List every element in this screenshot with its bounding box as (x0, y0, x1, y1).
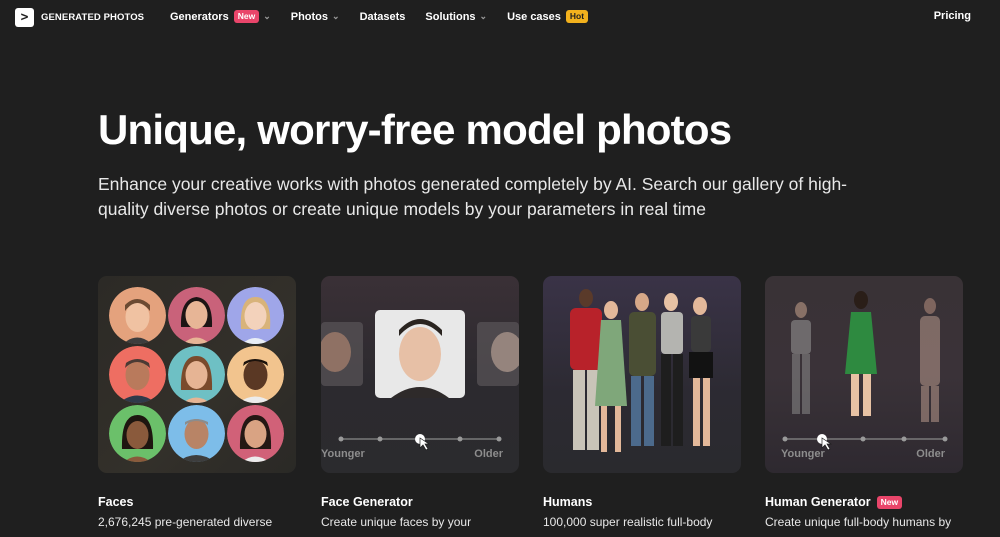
nav-item-datasets[interactable]: Datasets (360, 10, 406, 23)
faces-card[interactable] (98, 276, 296, 473)
chevron-down-icon: ⌄ (332, 11, 340, 21)
nav-item-use-cases[interactable]: Use cases Hot (507, 10, 589, 23)
nav-item-photos[interactable]: Photos ⌄ (291, 10, 340, 23)
nav-item-label: Solutions (425, 10, 476, 23)
main-menu: Generators New ⌄ Photos ⌄ Datasets Solut… (170, 10, 608, 23)
face-generator-title[interactable]: Face Generator (321, 495, 413, 509)
face-generator-desc: Create unique faces by your (321, 515, 472, 529)
humans-title[interactable]: Humans (543, 495, 592, 509)
face-photo (168, 346, 225, 403)
logo[interactable]: > GENERATED PHOTOS (15, 8, 144, 27)
face-generator-preview (321, 310, 519, 451)
logo-icon: > (15, 8, 34, 27)
face-photo (109, 405, 166, 462)
humans-card[interactable] (543, 276, 741, 473)
new-badge: New (233, 10, 260, 23)
human-generator-desc: Create unique full-body humans by (765, 515, 952, 529)
face-photo (227, 287, 284, 344)
nav-item-solutions[interactable]: Solutions ⌄ (425, 10, 487, 23)
face-generator-card[interactable]: Younger Older (321, 276, 519, 473)
nav-item-generators[interactable]: Generators New ⌄ (170, 10, 271, 23)
face-photo (109, 287, 166, 344)
pricing-link[interactable]: Pricing (934, 10, 971, 22)
nav-item-label: Photos (290, 10, 329, 23)
face-photo (168, 287, 225, 344)
hero-subtitle: Enhance your creative works with photos … (98, 174, 848, 219)
human-generator-title[interactable]: Human Generator New (765, 495, 903, 509)
chevron-down-icon: ⌄ (479, 11, 488, 21)
faces-desc: 2,676,245 pre-generated diverse (98, 515, 273, 529)
human-generator-preview (782, 291, 948, 451)
logo-text: GENERATED PHOTOS (41, 12, 145, 23)
face-photo (109, 346, 166, 403)
slider-label-younger: Younger (781, 448, 825, 460)
human-generator-title-label: Human Generator (765, 495, 871, 509)
face-photo (227, 346, 284, 403)
hero-title: Unique, worry-free model photos (98, 106, 732, 153)
humans-preview (570, 289, 713, 452)
nav-item-label: Use cases (507, 10, 561, 23)
humans-desc: 100,000 super realistic full-body (543, 515, 713, 529)
faces-title[interactable]: Faces (98, 495, 133, 509)
top-nav: > GENERATED PHOTOS Generators New ⌄ Phot… (0, 0, 1000, 36)
face-photo (227, 405, 284, 462)
face-photo (168, 405, 225, 462)
slider-label-younger: Younger (321, 448, 365, 460)
hot-badge: Hot (565, 10, 589, 23)
faces-grid (109, 287, 284, 462)
slider-label-older: Older (474, 448, 503, 460)
human-generator-card[interactable]: Younger Older (765, 276, 963, 473)
slider-label-older: Older (916, 448, 945, 460)
nav-item-label: Datasets (359, 10, 406, 23)
new-badge: New (876, 495, 903, 509)
nav-item-label: Generators (170, 10, 229, 23)
chevron-down-icon: ⌄ (263, 11, 271, 21)
